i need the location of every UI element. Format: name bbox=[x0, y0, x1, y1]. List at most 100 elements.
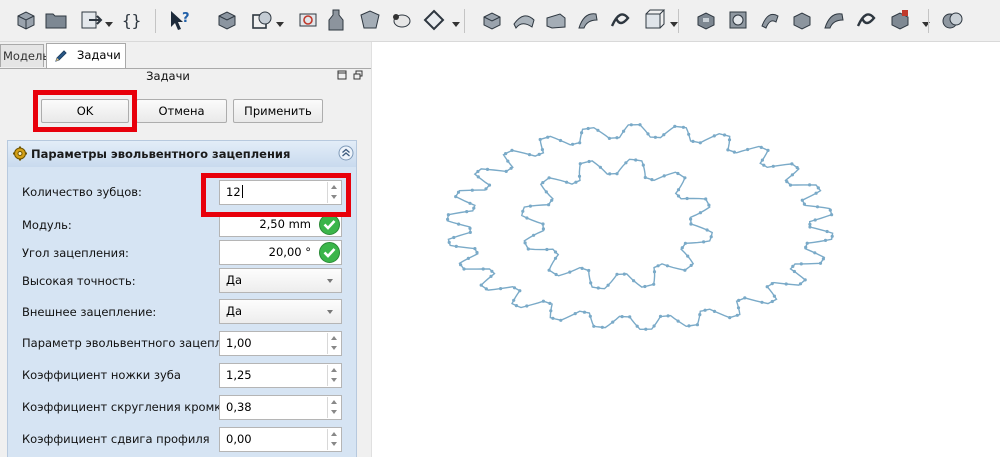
macro-braces-icon[interactable]: {} bbox=[118, 6, 146, 34]
rounding-value: 0,38 bbox=[226, 400, 252, 414]
helix-icon[interactable] bbox=[606, 6, 634, 34]
cancel-button[interactable]: Отмена bbox=[136, 99, 227, 123]
bottle-icon[interactable] bbox=[322, 6, 350, 34]
diamond-datum-icon[interactable] bbox=[420, 6, 448, 34]
additive-box-icon[interactable] bbox=[640, 6, 668, 34]
dropdown-caret-icon[interactable] bbox=[276, 17, 284, 27]
outer-gear-profile-vertex bbox=[454, 195, 458, 199]
outer-gear-profile-vertex bbox=[537, 152, 541, 156]
outer-gear-profile-vertex bbox=[673, 124, 677, 128]
inner-gear-profile-vertex bbox=[683, 176, 687, 180]
rounding-input[interactable]: 0,38 bbox=[219, 395, 342, 420]
outer-gear-profile-vertex bbox=[490, 269, 494, 273]
outer-gear-profile-vertex bbox=[473, 247, 477, 251]
inner-gear-profile-vertex bbox=[689, 217, 693, 221]
inner-gear-profile-vertex bbox=[547, 176, 551, 180]
check-icon[interactable] bbox=[319, 242, 340, 266]
involute-spinner[interactable] bbox=[327, 333, 340, 354]
3d-viewport[interactable] bbox=[372, 42, 1000, 457]
dedendum-spinner[interactable] bbox=[327, 365, 340, 386]
involute-parameter-input[interactable]: 1,00 bbox=[219, 331, 342, 356]
outer-gear-profile-vertex bbox=[681, 125, 685, 129]
external-gear-select[interactable]: Да bbox=[219, 299, 342, 324]
outer-gear-profile-vertex bbox=[512, 298, 516, 302]
float-icon[interactable] bbox=[337, 69, 347, 80]
outer-gear-profile-vertex bbox=[712, 134, 716, 138]
hole-icon[interactable] bbox=[724, 6, 752, 34]
teeth-label: Количество зубцов: bbox=[22, 185, 142, 199]
tab-model[interactable]: Модель bbox=[0, 44, 49, 67]
outer-gear-profile-vertex bbox=[698, 141, 702, 145]
outer-gear-profile-vertex bbox=[476, 175, 480, 179]
collapse-chevron-icon[interactable] bbox=[338, 145, 354, 164]
inner-gear-profile-vertex bbox=[577, 174, 582, 178]
high-precision-select[interactable]: Да bbox=[219, 268, 342, 293]
sketch-icon[interactable] bbox=[248, 6, 276, 34]
undock-icon[interactable] bbox=[353, 69, 363, 80]
subtractive-box-icon[interactable] bbox=[886, 6, 914, 34]
tab-tasks[interactable]: Задачи bbox=[46, 43, 126, 68]
inner-gear-profile-vertex bbox=[698, 211, 702, 215]
outer-gear-profile-vertex bbox=[465, 210, 469, 214]
profile-shift-input[interactable]: 0,00 bbox=[219, 427, 342, 452]
rounding-spinner[interactable] bbox=[327, 397, 340, 418]
inner-gear-profile-vertex bbox=[665, 264, 669, 268]
outer-gear-profile-vertex bbox=[527, 153, 532, 157]
check-icon[interactable] bbox=[319, 214, 340, 238]
dedendum-input[interactable]: 1,25 bbox=[219, 363, 342, 388]
outer-gear-profile[interactable] bbox=[446, 123, 834, 330]
inner-gear-profile-vertex bbox=[676, 194, 681, 198]
boolean-icon[interactable] bbox=[938, 6, 966, 34]
dropdown-caret-icon[interactable] bbox=[670, 17, 678, 27]
whats-this-icon[interactable]: ? bbox=[166, 6, 194, 34]
dropdown-caret-icon[interactable] bbox=[105, 17, 113, 27]
groove-icon[interactable] bbox=[756, 6, 784, 34]
sweep-icon[interactable] bbox=[574, 6, 602, 34]
outer-gear-profile-vertex bbox=[828, 208, 832, 212]
inner-gear-profile-vertex bbox=[587, 159, 591, 164]
outer-gear-profile-vertex bbox=[476, 169, 480, 174]
shape-binder-icon[interactable] bbox=[356, 6, 384, 34]
inner-gear-profile-vertex bbox=[525, 216, 529, 220]
pocket-icon[interactable] bbox=[692, 6, 720, 34]
loft-icon[interactable] bbox=[542, 6, 570, 34]
profile-shift-spinner[interactable] bbox=[327, 429, 340, 450]
outer-gear-profile-vertex bbox=[479, 283, 483, 287]
inner-gear-profile-vertex bbox=[544, 190, 548, 194]
outer-gear-profile-vertex bbox=[805, 241, 809, 245]
part-cube-icon[interactable] bbox=[12, 6, 40, 34]
inner-gear-profile-vertex bbox=[615, 272, 619, 276]
inner-gear-profile-vertex bbox=[652, 282, 656, 286]
outer-gear-profile-vertex bbox=[559, 318, 563, 322]
tab-tasks-label: Задачи bbox=[77, 48, 121, 62]
subtractive-loft-icon[interactable] bbox=[788, 6, 816, 34]
inner-gear-profile-vertex bbox=[568, 270, 572, 274]
pad-icon[interactable] bbox=[478, 6, 506, 34]
inner-gear-profile-vertex bbox=[541, 181, 545, 185]
outer-gear-profile-vertex bbox=[813, 218, 817, 222]
combo-view-panel: Модель Задачи Задачи OK Отмена Применить… bbox=[0, 42, 371, 457]
subtractive-helix-icon[interactable] bbox=[852, 6, 880, 34]
inner-gear-profile-vertex bbox=[676, 188, 681, 192]
dropdown-caret-icon[interactable] bbox=[452, 17, 460, 27]
outer-gear-profile-vertex bbox=[830, 234, 834, 238]
part-body-icon[interactable] bbox=[213, 6, 241, 34]
apply-button[interactable]: Применить bbox=[233, 99, 323, 123]
outer-gear-profile-vertex bbox=[485, 167, 490, 171]
outer-gear-profile-vertex bbox=[795, 166, 799, 170]
attach-sketch-icon[interactable] bbox=[294, 6, 322, 34]
outer-gear-profile-vertex bbox=[746, 147, 750, 152]
external-gear-value: Да bbox=[226, 304, 243, 318]
outer-gear-profile-vertex bbox=[712, 309, 717, 313]
outer-gear-profile-vertex bbox=[691, 139, 695, 143]
subtractive-sweep-icon[interactable] bbox=[820, 6, 848, 34]
outer-gear-profile-vertex bbox=[638, 123, 642, 127]
revolution-icon[interactable] bbox=[510, 6, 538, 34]
toolbar-separator bbox=[928, 9, 929, 33]
group-header[interactable]: Параметры эвольвентного зацепления bbox=[8, 141, 356, 167]
open-folder-icon[interactable] bbox=[42, 6, 70, 34]
pressure-angle-input[interactable]: 20,00 ° bbox=[219, 240, 342, 265]
export-arrow-icon[interactable] bbox=[77, 6, 105, 34]
outer-gear-profile-vertex bbox=[727, 138, 732, 142]
sheep-icon[interactable] bbox=[388, 6, 416, 34]
